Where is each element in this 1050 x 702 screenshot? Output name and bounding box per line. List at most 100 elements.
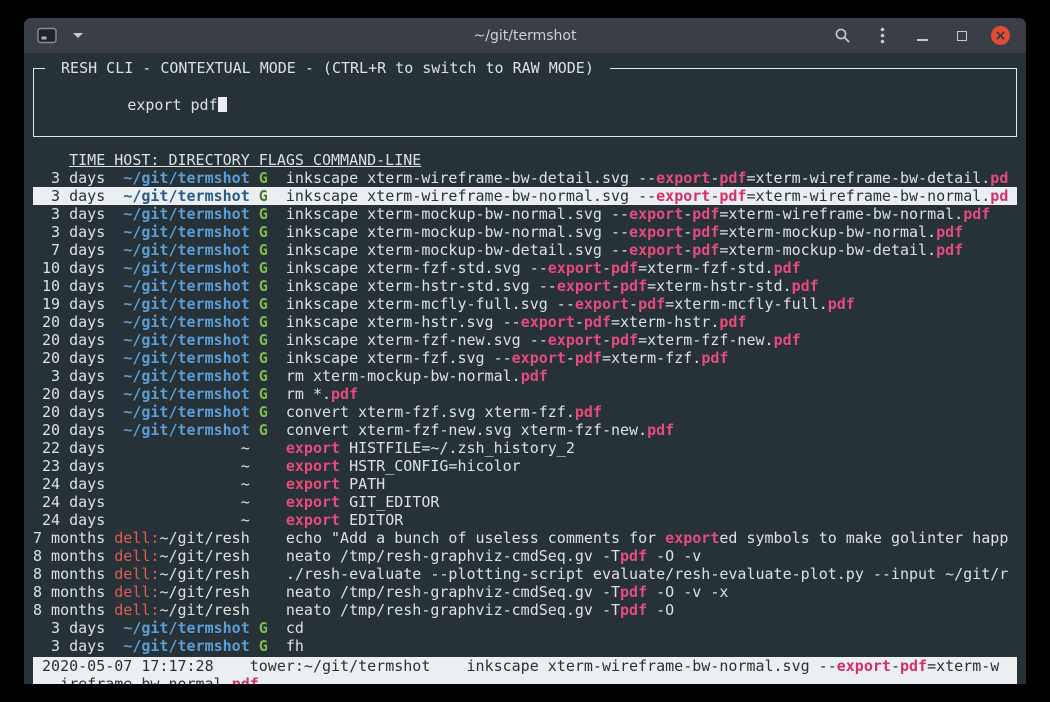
search-box[interactable]: RESH CLI - CONTEXTUAL MODE - (CTRL+R to … — [33, 68, 1017, 137]
row-flags — [259, 583, 268, 601]
history-row[interactable]: 19 days ~/git/termshot G inkscape xterm-… — [33, 295, 1017, 313]
search-match: pd — [990, 169, 1008, 187]
search-match: export — [665, 529, 719, 547]
history-row[interactable]: 20 days ~/git/termshot G inkscape xterm-… — [33, 331, 1017, 349]
row-command: neato /tmp/resh-graphviz-cmdSeq.gv -Tpdf… — [286, 601, 674, 619]
search-match: pdf — [575, 403, 602, 421]
history-list: 3 days ~/git/termshot G inkscape xterm-w… — [33, 169, 1017, 655]
history-row[interactable]: 8 months dell:~/git/resh neato /tmp/resh… — [33, 547, 1017, 565]
chevron-down-icon[interactable] — [67, 25, 89, 47]
history-row[interactable]: 3 days ~/git/termshot G inkscape xterm-w… — [33, 169, 1017, 187]
row-time: 8 months — [33, 565, 105, 583]
row-directory: ~/git/termshot — [123, 295, 249, 313]
terminal-content: RESH CLI - CONTEXTUAL MODE - (CTRL+R to … — [24, 54, 1026, 684]
status-block: 2020-05-07 17:17:28 tower:~/git/termshot… — [33, 657, 1017, 684]
row-directory: ~/git/termshot — [123, 385, 249, 403]
search-match: pdf — [575, 349, 602, 367]
minimize-button[interactable] — [911, 25, 933, 47]
row-directory: ~ — [241, 493, 250, 511]
history-row[interactable]: 20 days ~/git/termshot G convert xterm-f… — [33, 403, 1017, 421]
search-icon[interactable] — [831, 25, 853, 47]
row-host: dell: — [114, 565, 159, 583]
history-row[interactable]: 8 months dell:~/git/resh neato /tmp/resh… — [33, 583, 1017, 601]
history-row[interactable]: 7 months dell:~/git/resh echo "Add a bun… — [33, 529, 1017, 547]
row-command: convert xterm-fzf-new.svg xterm-fzf-new.… — [286, 421, 674, 439]
row-time: 7 days — [33, 241, 105, 259]
history-row[interactable]: 3 days ~/git/termshot G rm xterm-mockup-… — [33, 367, 1017, 385]
row-flags — [259, 439, 268, 457]
search-match: pdf — [900, 657, 927, 675]
row-command: export HSTR_CONFIG=hicolor — [286, 457, 521, 475]
history-row[interactable]: 8 months dell:~/git/resh ./resh-evaluate… — [33, 565, 1017, 583]
row-time: 3 days — [33, 205, 105, 223]
row-flags: G — [259, 223, 268, 241]
titlebar[interactable]: ~/git/termshot × — [24, 18, 1026, 54]
minimize-icon — [917, 39, 928, 41]
row-flags: G — [259, 637, 268, 655]
history-row[interactable]: 23 days ~ export HSTR_CONFIG=hicolor — [33, 457, 1017, 475]
history-row[interactable]: 20 days ~/git/termshot G inkscape xterm-… — [33, 313, 1017, 331]
history-row[interactable]: 22 days ~ export HISTFILE=~/.zsh_history… — [33, 439, 1017, 457]
search-match: pdf — [584, 313, 611, 331]
search-match: pdf — [521, 367, 548, 385]
history-row[interactable]: 20 days ~/git/termshot G rm *.pdf — [33, 385, 1017, 403]
row-flags — [259, 601, 268, 619]
row-host: dell: — [114, 601, 159, 619]
history-row[interactable]: 20 days ~/git/termshot G convert xterm-f… — [33, 421, 1017, 439]
history-row[interactable]: 3 days ~/git/termshot G fh — [33, 637, 1017, 655]
row-time: 3 days — [33, 169, 105, 187]
row-flags — [259, 493, 268, 511]
search-match: pdf — [692, 241, 719, 259]
row-time: 3 days — [33, 619, 105, 637]
kebab-menu-icon[interactable] — [871, 25, 893, 47]
row-flags: G — [259, 619, 268, 637]
row-command: fh — [286, 637, 304, 655]
row-time: 24 days — [33, 511, 105, 529]
row-directory: ~ — [241, 475, 250, 493]
search-match: pdf — [692, 205, 719, 223]
row-flags: G — [259, 169, 268, 187]
row-directory: ~/git/termshot — [123, 205, 249, 223]
search-match: pdf — [620, 601, 647, 619]
row-command: inkscape xterm-wireframe-bw-normal.svg -… — [286, 187, 1008, 205]
close-button[interactable]: × — [991, 26, 1010, 45]
row-flags: G — [259, 187, 268, 205]
row-flags: G — [259, 421, 268, 439]
search-match: pdf — [611, 259, 638, 277]
restore-button[interactable] — [951, 25, 973, 47]
row-directory: ~ — [241, 511, 250, 529]
history-row[interactable]: 3 days ~/git/termshot G cd — [33, 619, 1017, 637]
search-match: export — [286, 511, 340, 529]
row-flags: G — [259, 367, 268, 385]
history-row[interactable]: 3 days ~/git/termshot G inkscape xterm-w… — [33, 187, 1017, 205]
history-row[interactable]: 20 days ~/git/termshot G inkscape xterm-… — [33, 349, 1017, 367]
row-time: 10 days — [33, 277, 105, 295]
search-match: pdf — [774, 331, 801, 349]
search-match: pdf — [828, 295, 855, 313]
search-match: pdf — [611, 331, 638, 349]
row-command: ./resh-evaluate --plotting-script evalua… — [286, 565, 1008, 583]
history-row[interactable]: 10 days ~/git/termshot G inkscape xterm-… — [33, 277, 1017, 295]
row-directory: ~/git/resh — [159, 565, 249, 583]
terminal-app-icon[interactable] — [36, 25, 58, 47]
row-time: 20 days — [33, 403, 105, 421]
history-row[interactable]: 8 months dell:~/git/resh neato /tmp/resh… — [33, 601, 1017, 619]
restore-icon — [957, 31, 967, 41]
close-icon: × — [995, 29, 1007, 43]
row-time: 3 days — [33, 637, 105, 655]
history-row[interactable]: 24 days ~ export EDITOR — [33, 511, 1017, 529]
row-flags — [259, 547, 268, 565]
row-time: 20 days — [33, 385, 105, 403]
history-row[interactable]: 24 days ~ export GIT_EDITOR — [33, 493, 1017, 511]
row-host: dell: — [114, 547, 159, 565]
row-directory: ~/git/termshot — [123, 637, 249, 655]
history-row[interactable]: 24 days ~ export PATH — [33, 475, 1017, 493]
history-row[interactable]: 10 days ~/git/termshot G inkscape xterm-… — [33, 259, 1017, 277]
history-row[interactable]: 3 days ~/git/termshot G inkscape xterm-m… — [33, 205, 1017, 223]
row-directory: ~/git/termshot — [123, 349, 249, 367]
history-row[interactable]: 3 days ~/git/termshot G inkscape xterm-m… — [33, 223, 1017, 241]
history-row[interactable]: 7 days ~/git/termshot G inkscape xterm-m… — [33, 241, 1017, 259]
search-query[interactable]: export pdf — [127, 96, 217, 114]
search-match: export — [656, 187, 710, 205]
row-flags: G — [259, 331, 268, 349]
